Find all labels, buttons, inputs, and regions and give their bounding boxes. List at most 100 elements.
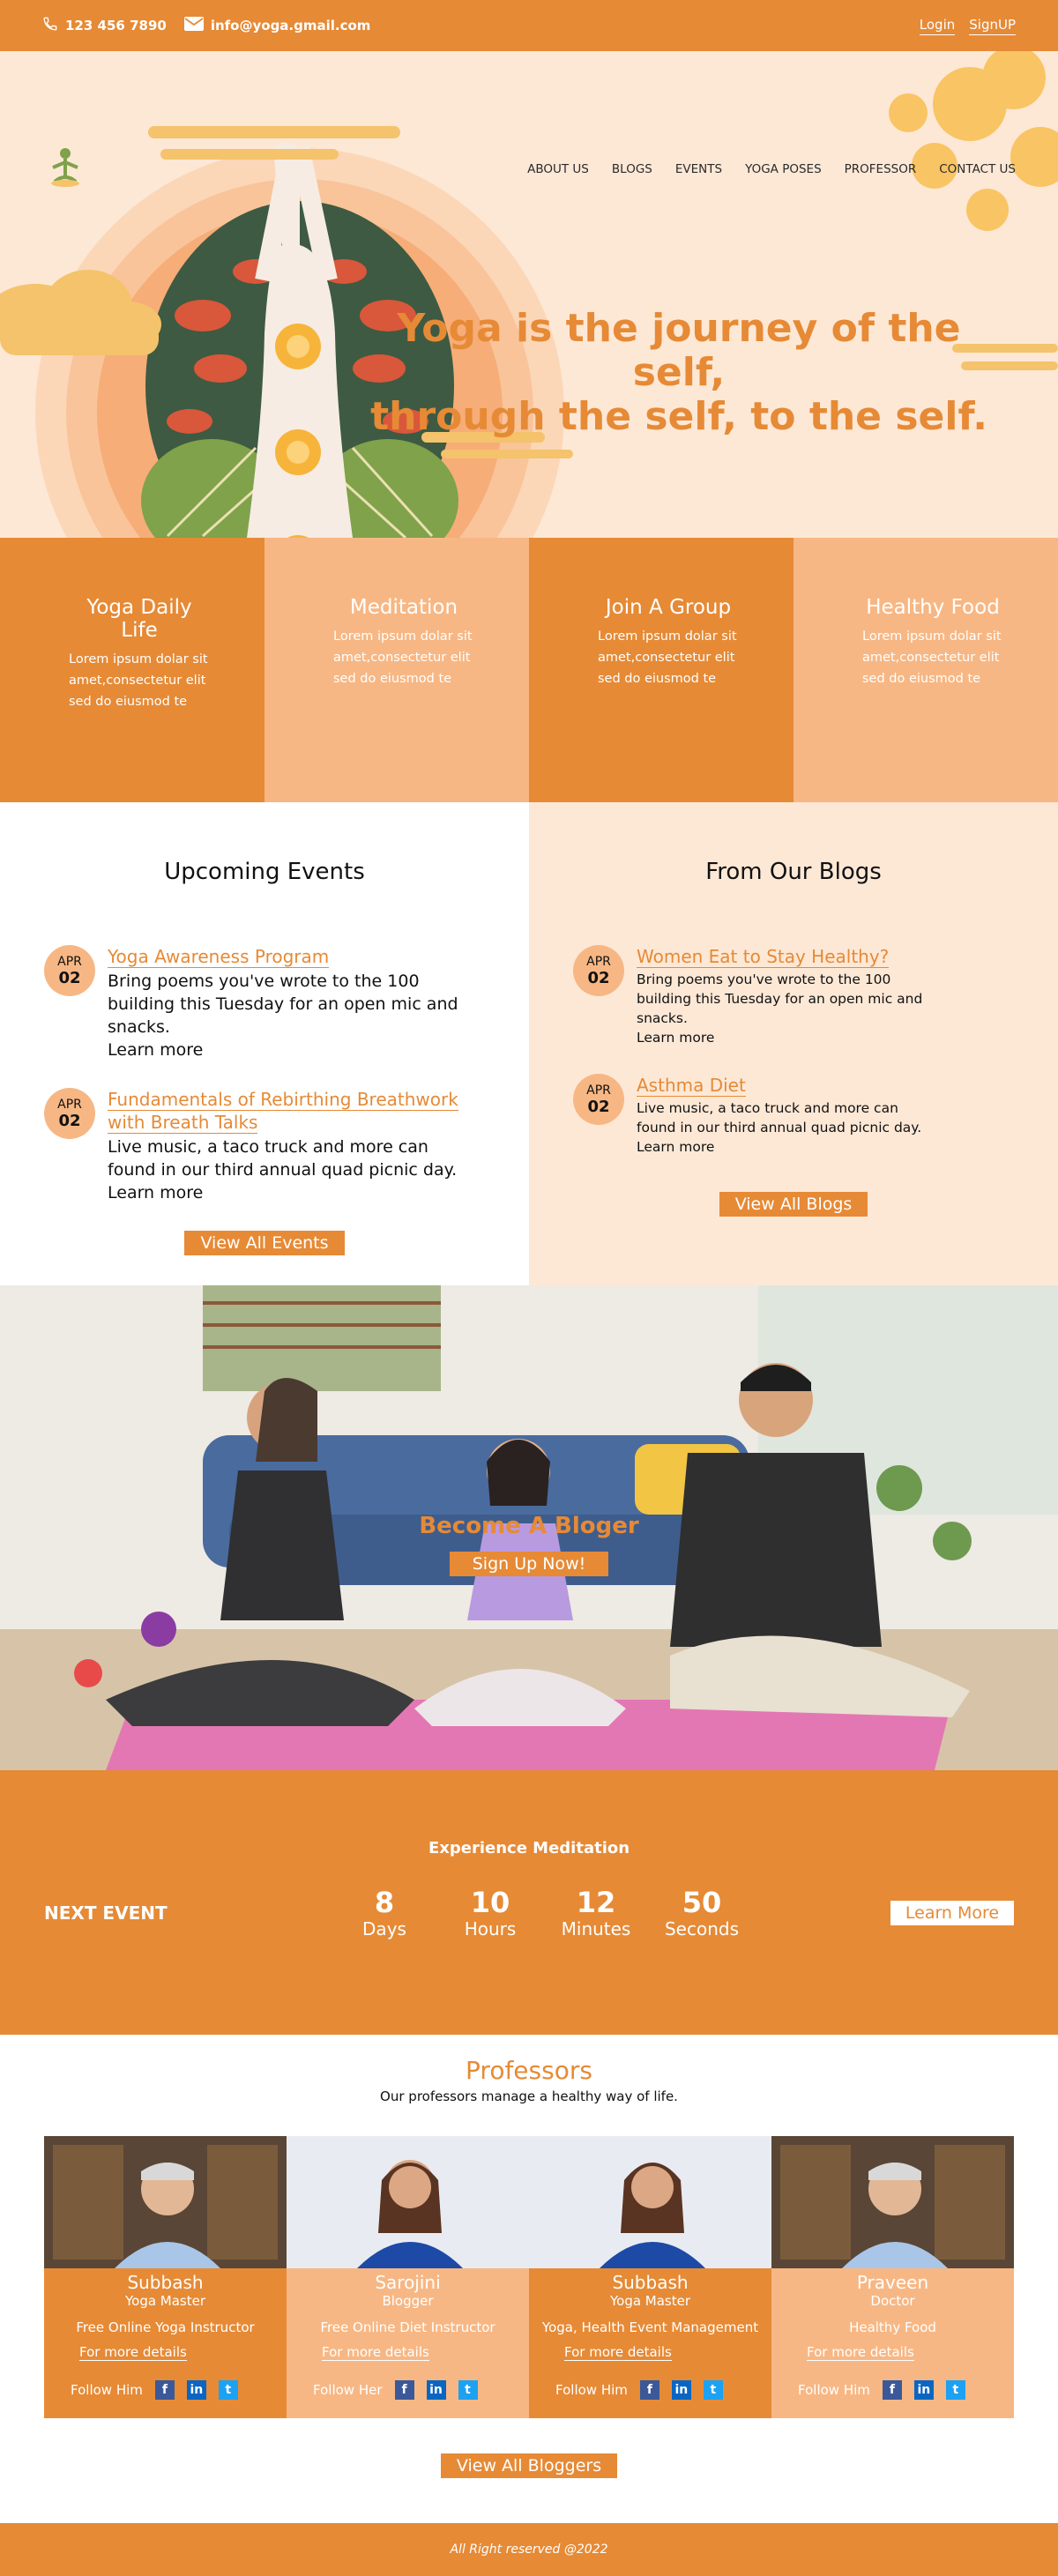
linkedin-icon[interactable]: in xyxy=(913,2380,934,2400)
professor-photo xyxy=(771,2136,1014,2268)
professor-desc: Free Online Yoga Instructor xyxy=(76,2319,255,2335)
feature-card[interactable]: Healthy Food Lorem ipsum dolar sit amet,… xyxy=(794,538,1058,802)
signup-link[interactable]: SignUP xyxy=(969,17,1016,35)
event-month: APR xyxy=(57,1097,82,1112)
more-details-link[interactable]: For more details xyxy=(807,2344,914,2361)
professor-desc: Yoga, Health Event Management xyxy=(541,2319,759,2335)
mail-icon xyxy=(183,17,204,34)
nav-blogs[interactable]: BLOGS xyxy=(612,162,652,176)
blog-learn-more[interactable]: Learn more xyxy=(637,1030,714,1046)
professor-name: Sarojini xyxy=(375,2272,441,2293)
event-day: 02 xyxy=(58,968,81,987)
learn-more-button[interactable]: Learn More xyxy=(890,1901,1014,1925)
event-learn-more[interactable]: Learn more xyxy=(108,1040,203,1060)
facebook-icon[interactable]: f xyxy=(639,2380,659,2400)
site-logo[interactable] xyxy=(49,146,81,192)
event-month: APR xyxy=(57,954,82,969)
view-all-bloggers-button[interactable]: View All Bloggers xyxy=(440,2453,618,2478)
professor-role: Doctor xyxy=(870,2293,915,2309)
linkedin-icon[interactable]: in xyxy=(671,2380,691,2400)
blog-learn-more[interactable]: Learn more xyxy=(637,1139,714,1155)
phone-contact[interactable]: 123 456 7890 xyxy=(42,16,167,35)
follow-row: Follow Him f in t xyxy=(71,2380,287,2400)
professors-heading: Professors xyxy=(466,2056,592,2085)
blog-item: APR 02 Asthma Diet Live music, a taco tr… xyxy=(529,1074,1058,1157)
nav-yoga-poses[interactable]: YOGA POSES xyxy=(745,162,822,176)
professors-section: Professors Our professors manage a healt… xyxy=(0,2035,1058,2523)
more-details-link[interactable]: For more details xyxy=(79,2344,187,2361)
more-details-link[interactable]: For more details xyxy=(322,2344,429,2361)
blog-day: 02 xyxy=(587,1097,610,1116)
professor-card: Subbash Yoga Master Yoga, Health Event M… xyxy=(529,2136,771,2418)
nav-professor[interactable]: PROFESSOR xyxy=(845,162,917,176)
countdown-seconds: 50 Seconds xyxy=(649,1887,755,1939)
feature-card[interactable]: Join A Group Lorem ipsum dolar sit amet,… xyxy=(529,538,794,802)
blogger-banner: Become A Bloger Sign Up Now! xyxy=(0,1285,1058,1770)
view-all-blogs-button[interactable]: View All Blogs xyxy=(719,1192,868,1217)
professor-role: Blogger xyxy=(382,2293,434,2309)
countdown-unit-label: Minutes xyxy=(561,1918,631,1939)
login-link[interactable]: Login xyxy=(919,17,956,35)
professor-cards: Subbash Yoga Master Free Online Yoga Ins… xyxy=(44,2136,1058,2418)
event-item: APR 02 Fundamentals of Rebirthing Breath… xyxy=(0,1088,529,1204)
professor-desc: Healthy Food xyxy=(849,2319,936,2335)
professor-card: Subbash Yoga Master Free Online Yoga Ins… xyxy=(44,2136,287,2418)
twitter-icon[interactable]: t xyxy=(218,2380,238,2400)
countdown-unit-label: Seconds xyxy=(664,1918,740,1939)
blog-title-link[interactable]: Women Eat to Stay Healthy? xyxy=(637,946,890,968)
blog-item: APR 02 Women Eat to Stay Healthy? Bring … xyxy=(529,945,1058,1047)
countdown-value: 12 xyxy=(576,1886,616,1919)
nav-about-us[interactable]: ABOUT US xyxy=(527,162,589,176)
feature-text: Lorem ipsum dolar sit amet,consectetur e… xyxy=(69,652,208,709)
event-learn-more[interactable]: Learn more xyxy=(108,1183,203,1202)
contact-info: 123 456 7890 info@yoga.gmail.com xyxy=(42,16,370,35)
event-day: 02 xyxy=(58,1111,81,1130)
upcoming-events: Upcoming Events APR 02 Yoga Awareness Pr… xyxy=(0,802,529,1285)
nav-contact-us[interactable]: CONTACT US xyxy=(939,162,1016,176)
hero-quote-line2: through the self, to the self. xyxy=(370,394,987,439)
nav-events[interactable]: EVENTS xyxy=(675,162,722,176)
feature-title: Yoga Daily Life xyxy=(86,596,192,642)
follow-row: Follow Him f in t xyxy=(798,2380,1014,2400)
email-contact[interactable]: info@yoga.gmail.com xyxy=(183,17,370,34)
twitter-icon[interactable]: t xyxy=(703,2380,723,2400)
hero-section: ABOUT US BLOGS EVENTS YOGA POSES PROFESS… xyxy=(0,51,1058,538)
features-row: Yoga Daily Life Lorem ipsum dolar sit am… xyxy=(0,538,1058,802)
blog-month: APR xyxy=(586,1083,611,1098)
event-title-link[interactable]: Fundamentals of Rebirthing Breathwork wi… xyxy=(108,1089,458,1134)
twitter-icon[interactable]: t xyxy=(458,2380,478,2400)
countdown-value: 8 xyxy=(374,1886,395,1919)
event-title-link[interactable]: Yoga Awareness Program xyxy=(108,946,330,968)
twitter-icon[interactable]: t xyxy=(945,2380,965,2400)
facebook-icon[interactable]: f xyxy=(882,2380,902,2400)
event-description: Live music, a taco truck and more can fo… xyxy=(108,1137,458,1180)
professor-name: Subbash xyxy=(127,2272,204,2293)
countdown-section: Experience Meditation NEXT EVENT 8 Days … xyxy=(0,1770,1058,2035)
feature-card[interactable]: Yoga Daily Life Lorem ipsum dolar sit am… xyxy=(0,538,264,802)
professor-card: Praveen Doctor Healthy Food For more det… xyxy=(771,2136,1014,2418)
professor-name: Praveen xyxy=(856,2272,929,2293)
countdown-days: 8 Days xyxy=(332,1887,437,1939)
blog-description: Bring poems you've wrote to the 100 buil… xyxy=(637,972,923,1026)
feature-card[interactable]: Meditation Lorem ipsum dolar sit amet,co… xyxy=(264,538,529,802)
follow-row: Follow Her f in t xyxy=(313,2380,529,2400)
auth-links: Login SignUP xyxy=(919,17,1016,35)
view-all-events-button[interactable]: View All Events xyxy=(184,1231,345,1255)
blog-title-link[interactable]: Asthma Diet xyxy=(637,1075,746,1097)
phone-icon xyxy=(42,16,58,35)
events-blogs-section: Upcoming Events APR 02 Yoga Awareness Pr… xyxy=(0,802,1058,1285)
countdown-minutes: 12 Minutes xyxy=(543,1887,649,1939)
more-details-link[interactable]: For more details xyxy=(564,2344,672,2361)
signup-now-button[interactable]: Sign Up Now! xyxy=(450,1552,608,1576)
phone-number: 123 456 7890 xyxy=(65,18,167,34)
hero-illustration xyxy=(0,51,1058,538)
follow-label: Follow Her xyxy=(313,2382,383,2398)
hero-quote-line1: Yoga is the journey of the self, xyxy=(397,306,961,395)
professor-photo xyxy=(529,2136,771,2268)
facebook-icon[interactable]: f xyxy=(394,2380,414,2400)
events-heading: Upcoming Events xyxy=(164,859,365,885)
professor-name: Subbash xyxy=(612,2272,689,2293)
linkedin-icon[interactable]: in xyxy=(186,2380,206,2400)
linkedin-icon[interactable]: in xyxy=(426,2380,446,2400)
facebook-icon[interactable]: f xyxy=(154,2380,175,2400)
